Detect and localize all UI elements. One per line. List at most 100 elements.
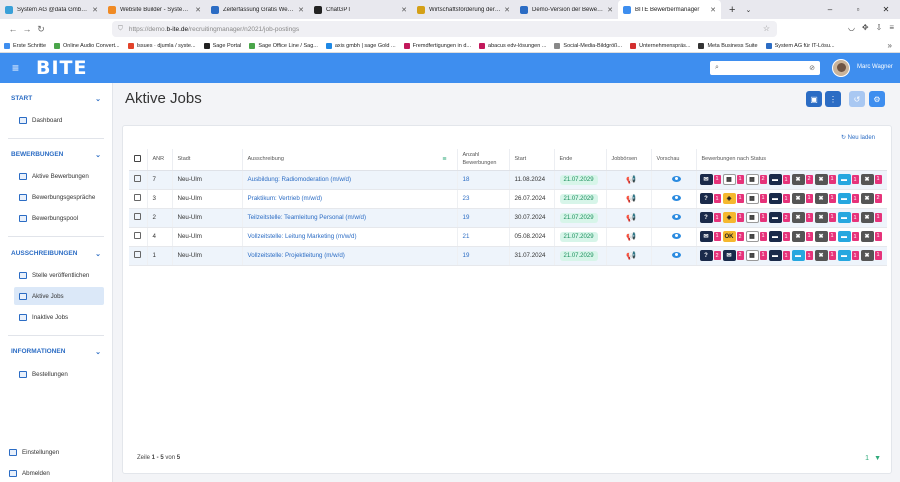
browser-tab[interactable]: Wirtschaftsförderung der Stadt✕ bbox=[412, 0, 515, 19]
settings-button[interactable]: ⚙ bbox=[869, 91, 885, 107]
status-badge[interactable]: ✖ 1 bbox=[814, 192, 836, 204]
status-badge[interactable]: ? 1 bbox=[699, 193, 721, 205]
status-badge[interactable]: ✖ 2 bbox=[860, 192, 882, 204]
column-anr[interactable]: ANR bbox=[147, 149, 173, 171]
eye-icon[interactable] bbox=[671, 175, 681, 182]
sort-icon[interactable]: ≡ bbox=[442, 156, 446, 163]
status-badge[interactable]: ▬ 1 bbox=[768, 250, 790, 262]
row-select-cell[interactable] bbox=[129, 227, 148, 247]
column-ausschreibung[interactable]: Ausschreibung ≡ bbox=[242, 149, 458, 171]
status-badge[interactable]: ▦ 2 bbox=[745, 173, 767, 185]
status-badge[interactable]: ▬ 1 bbox=[837, 212, 859, 224]
megaphone-icon[interactable]: 📢 bbox=[626, 251, 636, 260]
row-checkbox[interactable] bbox=[134, 194, 141, 201]
status-badge[interactable]: ✖ 1 bbox=[814, 249, 836, 261]
sidebar-section-informationen[interactable]: INFORMATIONEN ⌄ bbox=[11, 348, 101, 356]
forward-button[interactable]: → bbox=[20, 24, 34, 34]
status-badge[interactable]: ◈ 1 bbox=[722, 192, 744, 204]
sidebar-item-aktive-bewerbungen[interactable]: Aktive Bewerbungen bbox=[14, 167, 104, 185]
table-row[interactable]: 3 Neu-Ulm Praktikum: Vertrieb (m/w/d) 23 26.… bbox=[129, 189, 887, 209]
close-tab-icon[interactable]: ✕ bbox=[607, 6, 613, 14]
status-badge[interactable]: ✖ 1 bbox=[814, 211, 836, 223]
status-badge[interactable]: ▦ 1 bbox=[745, 249, 767, 261]
browser-tab[interactable]: Website Builder - System AG @✕ bbox=[103, 0, 206, 19]
extensions-icon[interactable]: ✥ bbox=[862, 23, 869, 32]
column-jobboersen[interactable]: Jobbörsen bbox=[606, 149, 652, 171]
megaphone-icon[interactable]: 📢 bbox=[626, 194, 636, 203]
column-anzahl-bewerbungen[interactable]: Anzahl Bewerbungen bbox=[457, 149, 510, 171]
job-title-link[interactable]: Ausbildung: Radiomoderation (m/w/d) bbox=[242, 170, 458, 190]
status-badge[interactable]: ▬ 2 bbox=[768, 212, 790, 224]
applications-count-link[interactable]: 18 bbox=[457, 170, 510, 190]
status-badge[interactable]: ✉ 1 bbox=[699, 230, 721, 242]
table-row[interactable]: 4 Neu-Ulm Vollzeitstelle: Leitung Marketin… bbox=[129, 227, 887, 247]
search-input[interactable]: ⌕ ⊘ bbox=[710, 61, 820, 75]
select-all-header[interactable] bbox=[129, 149, 148, 171]
status-badge[interactable]: ▬ 1 bbox=[837, 231, 859, 243]
status-badge[interactable]: ▬ 1 bbox=[837, 250, 859, 262]
cell-jobboersen[interactable]: 📢 bbox=[606, 246, 652, 266]
close-tab-icon[interactable]: ✕ bbox=[298, 6, 304, 14]
status-badge[interactable]: ✖ 1 bbox=[814, 173, 836, 185]
eye-icon[interactable] bbox=[671, 251, 681, 258]
cell-vorschau[interactable] bbox=[651, 208, 697, 228]
status-badge[interactable]: ▦ 1 bbox=[745, 192, 767, 204]
bookmark-item[interactable]: Erste Schritte bbox=[4, 42, 46, 49]
filter-indicator[interactable]: 1 ▼ bbox=[865, 455, 881, 462]
status-badge[interactable]: ✖ 1 bbox=[791, 230, 813, 242]
applications-count-link[interactable]: 21 bbox=[457, 227, 510, 247]
bookmark-item[interactable]: abacus edv-lösungen ... bbox=[479, 42, 546, 49]
cell-vorschau[interactable] bbox=[651, 246, 697, 266]
close-tab-icon[interactable]: ✕ bbox=[710, 6, 716, 14]
close-tab-icon[interactable]: ✕ bbox=[195, 6, 201, 14]
applications-count-link[interactable]: 23 bbox=[457, 189, 510, 209]
row-select-cell[interactable] bbox=[129, 208, 148, 228]
table-row[interactable]: 1 Neu-Ulm Vollzeitstelle: Projektleitung (… bbox=[129, 246, 887, 266]
reload-button[interactable]: ↻ bbox=[34, 24, 48, 35]
sidebar-item-dashboard[interactable]: Dashboard bbox=[14, 111, 104, 129]
row-select-cell[interactable] bbox=[129, 189, 148, 209]
cell-jobboersen[interactable]: 📢 bbox=[606, 189, 652, 209]
bookmark-item[interactable]: Unternehmenspräs... bbox=[630, 42, 690, 49]
sidebar-section-ausschreibungen[interactable]: AUSSCHREIBUNGEN ⌄ bbox=[11, 250, 101, 258]
table-row[interactable]: 7 Neu-Ulm Ausbildung: Radiomoderation (m/w… bbox=[129, 170, 887, 190]
megaphone-icon[interactable]: 📢 bbox=[626, 213, 636, 222]
megaphone-icon[interactable]: 📢 bbox=[626, 175, 636, 184]
status-badge[interactable]: ✖ 1 bbox=[814, 230, 836, 242]
status-badge[interactable]: ✉ 1 bbox=[699, 173, 721, 185]
pocket-icon[interactable]: ◡ bbox=[848, 23, 855, 32]
cell-jobboersen[interactable]: 📢 bbox=[606, 208, 652, 228]
table-row[interactable]: 2 Neu-Ulm Teilzeitstelle: Teamleitung Pers… bbox=[129, 208, 887, 228]
bookmark-item[interactable]: Sage Office Line / Sag... bbox=[249, 42, 318, 49]
sidebar-item-stelle-veroeffentlichen[interactable]: Stelle veröffentlichen bbox=[14, 266, 104, 284]
job-title-link[interactable]: Vollzeitstelle: Leitung Marketing (m/w/d… bbox=[242, 227, 458, 247]
sidebar-item-bestellungen[interactable]: Bestellungen bbox=[14, 365, 104, 383]
sidebar-item-abmelden[interactable]: Abmelden bbox=[4, 464, 94, 482]
column-ende[interactable]: Ende bbox=[554, 149, 607, 171]
status-badge[interactable]: ▦ 1 bbox=[745, 211, 767, 223]
undo-button[interactable]: ↺ bbox=[849, 91, 865, 107]
status-badge[interactable]: ✖ 1 bbox=[860, 211, 882, 223]
image-view-button[interactable]: ▣ bbox=[806, 91, 822, 107]
bookmark-item[interactable]: Social-Media-Bildgröß... bbox=[554, 42, 622, 49]
status-badge[interactable]: ✖ 1 bbox=[791, 211, 813, 223]
hamburger-menu-icon[interactable]: ≡ bbox=[12, 61, 26, 75]
bookmark-item[interactable]: axis gmbh | sage Gold ... bbox=[325, 42, 396, 49]
row-checkbox[interactable] bbox=[134, 175, 141, 182]
browser-tab[interactable]: System AG @data GmbH – B-ite✕ bbox=[0, 0, 103, 19]
status-badge[interactable]: ? 1 bbox=[699, 212, 721, 224]
browser-tab[interactable]: ChatGPT ✕ bbox=[309, 0, 412, 19]
sidebar-item-inaktive-jobs[interactable]: Inaktive Jobs bbox=[14, 308, 104, 326]
browser-tab[interactable]: BITE Bewerbermanager ✕ bbox=[618, 0, 721, 19]
status-badge[interactable]: ✖ 1 bbox=[860, 230, 882, 242]
bookmark-item[interactable]: Online Audio Convert... bbox=[54, 42, 120, 49]
job-title-link[interactable]: Praktikum: Vertrieb (m/w/d) bbox=[242, 189, 458, 209]
bookmark-item[interactable]: Meta Business Suite bbox=[698, 42, 758, 49]
status-badge[interactable]: ▦ 1 bbox=[722, 173, 744, 185]
status-badge[interactable]: ? 2 bbox=[699, 250, 721, 262]
url-bar[interactable]: ⛉ https://demo.b-ite.de/recruitingmanage… bbox=[112, 21, 777, 37]
status-badge[interactable]: ▬ 1 bbox=[837, 174, 859, 186]
job-title-link[interactable]: Vollzeitstelle: Projektleitung (m/w/d) bbox=[242, 246, 458, 266]
browser-tab[interactable]: Demo-Version der Bewerberm✕ bbox=[515, 0, 618, 19]
status-badge[interactable]: ▬ 1 bbox=[768, 231, 790, 243]
